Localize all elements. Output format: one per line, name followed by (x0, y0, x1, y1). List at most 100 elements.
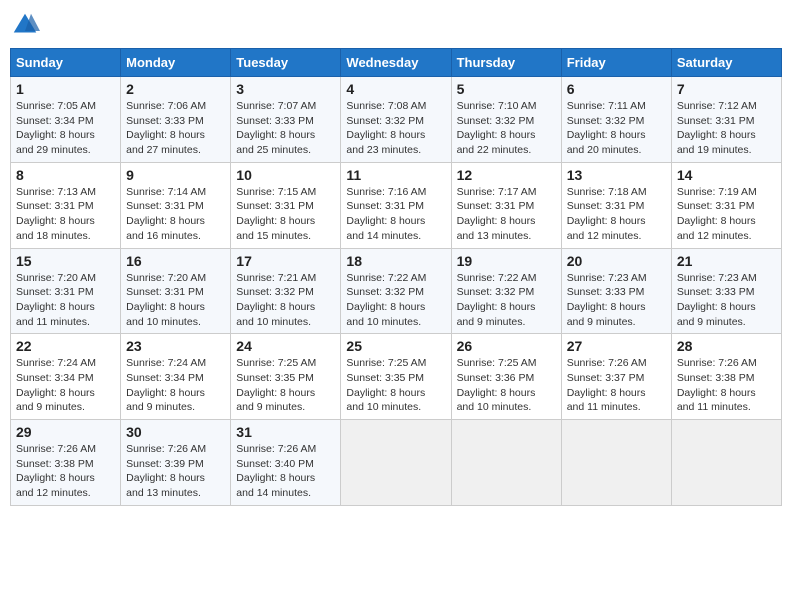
day-number: 30 (126, 424, 225, 440)
day-number: 27 (567, 338, 666, 354)
day-number: 15 (16, 253, 115, 269)
day-cell (451, 420, 561, 506)
day-cell: 16 Sunrise: 7:20 AM Sunset: 3:31 PM Dayli… (121, 248, 231, 334)
day-number: 6 (567, 81, 666, 97)
day-info: Sunrise: 7:08 AM Sunset: 3:32 PM Dayligh… (346, 99, 445, 158)
day-cell: 20Sunrise: 7:23 AM Sunset: 3:33 PM Dayli… (561, 248, 671, 334)
day-number: 3 (236, 81, 335, 97)
day-info: Sunrise: 7:23 AM Sunset: 3:33 PM Dayligh… (567, 271, 666, 330)
week-row-5: 29 Sunrise: 7:26 AM Sunset: 3:38 PM Dayli… (11, 420, 782, 506)
day-cell (561, 420, 671, 506)
day-cell: 7 Sunrise: 7:12 AM Sunset: 3:31 PM Daylig… (671, 77, 781, 163)
day-cell: 28 Sunrise: 7:26 AM Sunset: 3:38 PM Dayli… (671, 334, 781, 420)
day-cell: 1Sunrise: 7:05 AM Sunset: 3:34 PM Daylig… (11, 77, 121, 163)
day-info: Sunrise: 7:26 AM Sunset: 3:37 PM Dayligh… (567, 356, 666, 415)
day-cell: 26 Sunrise: 7:25 AM Sunset: 3:36 PM Dayli… (451, 334, 561, 420)
day-number: 16 (126, 253, 225, 269)
day-cell: 31 Sunrise: 7:26 AM Sunset: 3:40 PM Dayli… (231, 420, 341, 506)
day-info: Sunrise: 7:24 AM Sunset: 3:34 PM Dayligh… (126, 356, 225, 415)
day-info: Sunrise: 7:12 AM Sunset: 3:31 PM Dayligh… (677, 99, 776, 158)
day-number: 28 (677, 338, 776, 354)
day-cell (671, 420, 781, 506)
day-cell: 25 Sunrise: 7:25 AM Sunset: 3:35 PM Dayli… (341, 334, 451, 420)
day-cell: 15 Sunrise: 7:20 AM Sunset: 3:31 PM Dayli… (11, 248, 121, 334)
day-cell: 12Sunrise: 7:17 AM Sunset: 3:31 PM Dayli… (451, 162, 561, 248)
day-number: 19 (457, 253, 556, 269)
day-number: 12 (457, 167, 556, 183)
day-info: Sunrise: 7:07 AM Sunset: 3:33 PM Dayligh… (236, 99, 335, 158)
day-cell: 27 Sunrise: 7:26 AM Sunset: 3:37 PM Dayli… (561, 334, 671, 420)
day-cell (341, 420, 451, 506)
day-info: Sunrise: 7:25 AM Sunset: 3:35 PM Dayligh… (346, 356, 445, 415)
day-info: Sunrise: 7:20 AM Sunset: 3:31 PM Dayligh… (16, 271, 115, 330)
day-number: 11 (346, 167, 445, 183)
week-row-1: 1Sunrise: 7:05 AM Sunset: 3:34 PM Daylig… (11, 77, 782, 163)
day-cell: 17 Sunrise: 7:21 AM Sunset: 3:32 PM Dayli… (231, 248, 341, 334)
day-info: Sunrise: 7:13 AM Sunset: 3:31 PM Dayligh… (16, 185, 115, 244)
day-info: Sunrise: 7:19 AM Sunset: 3:31 PM Dayligh… (677, 185, 776, 244)
day-info: Sunrise: 7:26 AM Sunset: 3:38 PM Dayligh… (677, 356, 776, 415)
day-info: Sunrise: 7:06 AM Sunset: 3:33 PM Dayligh… (126, 99, 225, 158)
day-info: Sunrise: 7:21 AM Sunset: 3:32 PM Dayligh… (236, 271, 335, 330)
day-info: Sunrise: 7:16 AM Sunset: 3:31 PM Dayligh… (346, 185, 445, 244)
header-saturday: Saturday (671, 49, 781, 77)
day-cell: 23 Sunrise: 7:24 AM Sunset: 3:34 PM Dayli… (121, 334, 231, 420)
day-info: Sunrise: 7:26 AM Sunset: 3:40 PM Dayligh… (236, 442, 335, 501)
day-cell: 11 Sunrise: 7:16 AM Sunset: 3:31 PM Dayli… (341, 162, 451, 248)
day-info: Sunrise: 7:22 AM Sunset: 3:32 PM Dayligh… (346, 271, 445, 330)
day-cell: 4 Sunrise: 7:08 AM Sunset: 3:32 PM Daylig… (341, 77, 451, 163)
day-info: Sunrise: 7:18 AM Sunset: 3:31 PM Dayligh… (567, 185, 666, 244)
day-number: 31 (236, 424, 335, 440)
day-cell: 18 Sunrise: 7:22 AM Sunset: 3:32 PM Dayli… (341, 248, 451, 334)
day-cell: 9 Sunrise: 7:14 AM Sunset: 3:31 PM Daylig… (121, 162, 231, 248)
day-number: 13 (567, 167, 666, 183)
week-row-3: 15 Sunrise: 7:20 AM Sunset: 3:31 PM Dayli… (11, 248, 782, 334)
page-header (10, 10, 782, 40)
day-cell: 5Sunrise: 7:10 AM Sunset: 3:32 PM Daylig… (451, 77, 561, 163)
day-number: 18 (346, 253, 445, 269)
day-number: 7 (677, 81, 776, 97)
week-row-4: 22 Sunrise: 7:24 AM Sunset: 3:34 PM Dayli… (11, 334, 782, 420)
day-info: Sunrise: 7:26 AM Sunset: 3:38 PM Dayligh… (16, 442, 115, 501)
day-number: 26 (457, 338, 556, 354)
day-cell: 6 Sunrise: 7:11 AM Sunset: 3:32 PM Daylig… (561, 77, 671, 163)
day-number: 14 (677, 167, 776, 183)
day-number: 8 (16, 167, 115, 183)
day-cell: 30 Sunrise: 7:26 AM Sunset: 3:39 PM Dayli… (121, 420, 231, 506)
header-row: SundayMondayTuesdayWednesdayThursdayFrid… (11, 49, 782, 77)
day-info: Sunrise: 7:23 AM Sunset: 3:33 PM Dayligh… (677, 271, 776, 330)
day-cell: 3 Sunrise: 7:07 AM Sunset: 3:33 PM Daylig… (231, 77, 341, 163)
logo-icon (10, 10, 40, 40)
header-friday: Friday (561, 49, 671, 77)
day-number: 9 (126, 167, 225, 183)
day-cell: 22Sunrise: 7:24 AM Sunset: 3:34 PM Dayli… (11, 334, 121, 420)
day-number: 21 (677, 253, 776, 269)
day-info: Sunrise: 7:26 AM Sunset: 3:39 PM Dayligh… (126, 442, 225, 501)
header-tuesday: Tuesday (231, 49, 341, 77)
day-number: 2 (126, 81, 225, 97)
day-info: Sunrise: 7:25 AM Sunset: 3:36 PM Dayligh… (457, 356, 556, 415)
day-cell: 13 Sunrise: 7:18 AM Sunset: 3:31 PM Dayli… (561, 162, 671, 248)
day-cell: 10 Sunrise: 7:15 AM Sunset: 3:31 PM Dayli… (231, 162, 341, 248)
day-info: Sunrise: 7:20 AM Sunset: 3:31 PM Dayligh… (126, 271, 225, 330)
day-info: Sunrise: 7:15 AM Sunset: 3:31 PM Dayligh… (236, 185, 335, 244)
calendar-table: SundayMondayTuesdayWednesdayThursdayFrid… (10, 48, 782, 506)
logo (10, 10, 44, 40)
day-cell: 24Sunrise: 7:25 AM Sunset: 3:35 PM Dayli… (231, 334, 341, 420)
day-number: 29 (16, 424, 115, 440)
day-number: 4 (346, 81, 445, 97)
day-cell: 29 Sunrise: 7:26 AM Sunset: 3:38 PM Dayli… (11, 420, 121, 506)
header-sunday: Sunday (11, 49, 121, 77)
day-number: 23 (126, 338, 225, 354)
day-info: Sunrise: 7:14 AM Sunset: 3:31 PM Dayligh… (126, 185, 225, 244)
day-info: Sunrise: 7:22 AM Sunset: 3:32 PM Dayligh… (457, 271, 556, 330)
day-info: Sunrise: 7:25 AM Sunset: 3:35 PM Dayligh… (236, 356, 335, 415)
day-info: Sunrise: 7:05 AM Sunset: 3:34 PM Dayligh… (16, 99, 115, 158)
day-info: Sunrise: 7:11 AM Sunset: 3:32 PM Dayligh… (567, 99, 666, 158)
day-number: 22 (16, 338, 115, 354)
day-cell: 21 Sunrise: 7:23 AM Sunset: 3:33 PM Dayli… (671, 248, 781, 334)
day-info: Sunrise: 7:10 AM Sunset: 3:32 PM Dayligh… (457, 99, 556, 158)
day-number: 10 (236, 167, 335, 183)
day-number: 25 (346, 338, 445, 354)
day-number: 17 (236, 253, 335, 269)
